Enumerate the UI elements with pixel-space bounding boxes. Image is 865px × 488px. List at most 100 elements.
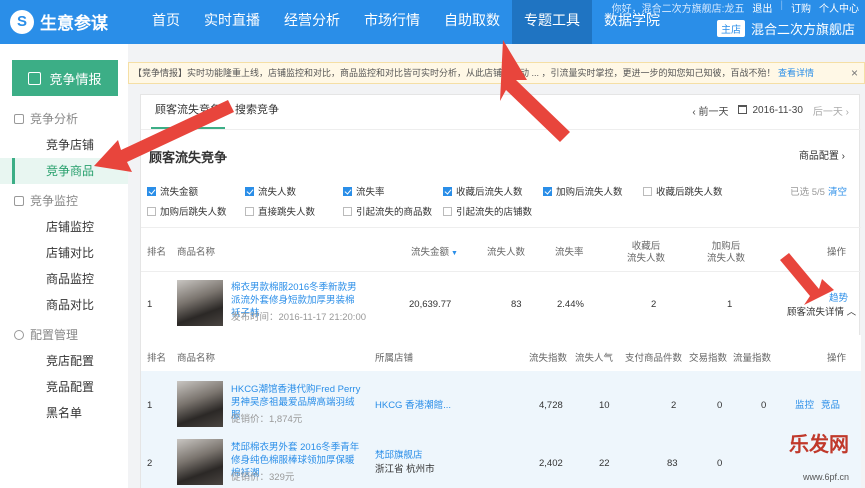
row-cart-lost: 1 [727, 299, 733, 310]
col-header-lost-people: 流失人数 [487, 247, 526, 258]
sidebar-item-product-monitor[interactable]: 商品监控 [0, 266, 128, 292]
clear-selection-link[interactable]: 清空 [828, 187, 847, 198]
checkbox-fav-bounce[interactable]: 收藏后跳失人数 [643, 184, 723, 198]
checkbox-cart-lost[interactable]: 加购后流失人数 [543, 184, 623, 198]
checkbox-loss-products[interactable]: 引起流失的商品数 [343, 204, 432, 218]
shop-switcher[interactable]: 主店 混合二次方旗舰店 [716, 19, 855, 38]
row-rank: 1 [147, 299, 153, 310]
sub-col-trade-index: 交易指数 [689, 353, 728, 364]
sidebar-group-title: 配置管理 [0, 322, 128, 348]
personal-center-link[interactable]: 个人中心 [819, 0, 859, 15]
main-nav: 首页 实时直播 经营分析 市场行情 自助取数 专题工具 数据学院 [140, 0, 672, 44]
prev-day-button[interactable]: ‹ 前一天 [692, 103, 728, 118]
sidebar-item-product-compare[interactable]: 商品对比 [0, 292, 128, 318]
tab-customer-loss[interactable]: 顾客流失竞争 [151, 95, 225, 129]
col-header-action: 操作 [827, 247, 847, 258]
monitor-link[interactable]: 监控 [795, 399, 814, 412]
sidebar-item-product-config[interactable]: 竞品配置 [0, 374, 128, 400]
sub-row-rank: 2 [147, 458, 153, 469]
col-header-lost-amount[interactable]: 流失金额 ▼ [411, 247, 458, 260]
date-picker[interactable]: 2016-11-30 [738, 105, 803, 116]
sidebar-group-config: 配置管理 竞店配置 竞品配置 黑名单 [0, 322, 128, 426]
nav-item-home[interactable]: 首页 [140, 0, 192, 44]
product-price: 促销价：1,874元 [231, 414, 303, 425]
product-thumbnail[interactable] [177, 381, 223, 427]
col-header-cart-lost: 加购后 流失人数 [706, 241, 745, 264]
sidebar-item-shop-monitor[interactable]: 店铺监控 [0, 214, 128, 240]
checkbox-lost-amount[interactable]: 流失金额 [147, 184, 198, 198]
sub-col-lost-index: 流失指数 [529, 353, 568, 364]
close-icon[interactable]: × [851, 63, 858, 83]
tab-search-competition[interactable]: 搜索竞争 [231, 95, 283, 129]
checkbox-direct-bounce[interactable]: 直接跳失人数 [245, 204, 315, 218]
sidebar-group-title: 竞争分析 [0, 106, 128, 132]
checkbox-lost-rate[interactable]: 流失率 [343, 184, 385, 198]
checkbox-fav-lost[interactable]: 收藏后流失人数 [443, 184, 523, 198]
date-navigator: ‹ 前一天 2016-11-30 后一天 › [692, 103, 849, 118]
product-publish-time: 发布时间：2016-11-17 21:20:00 [231, 312, 367, 323]
sub-col-shop: 所属店铺 [375, 353, 414, 364]
divider [141, 271, 861, 272]
shop-name: 混合二次方旗舰店 [750, 22, 855, 37]
sidebar-group-analysis: 竞争分析 竞争店铺 竞争商品 [0, 106, 128, 184]
nav-item-market[interactable]: 市场行情 [352, 0, 432, 44]
shop-link[interactable]: HKCG 香港潮館... [375, 399, 451, 412]
watermark: 乐发网 www.6pf.cn [769, 424, 859, 486]
sidebar-header[interactable]: 竞争情报 [12, 60, 118, 96]
sub-col-product: 商品名称 [177, 353, 216, 364]
sidebar-group-title: 竞争监控 [0, 188, 128, 214]
product-price: 促销价：329元 [231, 472, 295, 483]
sub-col-lost-popularity: 流失人气 [575, 353, 614, 364]
product-thumbnail[interactable] [177, 439, 223, 485]
selection-count: 已选 5/5 清空 [790, 187, 847, 198]
product-thumbnail[interactable] [177, 280, 223, 326]
logo-icon: S [10, 9, 34, 34]
col-header-rank: 排名 [147, 247, 167, 258]
divider [141, 227, 861, 228]
row-lost-amount: 20,639.77 [409, 299, 452, 310]
nav-item-live[interactable]: 实时直播 [192, 0, 272, 44]
chart-icon [14, 114, 24, 124]
next-day-button[interactable]: 后一天 › [813, 103, 849, 118]
sidebar-item-competitor-products[interactable]: 竞争商品 [0, 158, 128, 184]
notice-text: 【竞争情报】实时功能隆重上线，店铺监控和对比，商品监控和对比皆可实时分析，从此店… [133, 68, 776, 78]
logout-link[interactable]: 退出 [752, 0, 772, 15]
sidebar-item-shop-config[interactable]: 竞店配置 [0, 348, 128, 374]
section-title: 顾客流失竞争 [149, 150, 228, 165]
sub-col-paid-items: 支付商品件数 [625, 353, 683, 364]
sort-down-icon: ▼ [451, 250, 458, 257]
sub-row-lost-popularity: 22 [599, 458, 610, 469]
sub-row-lost-popularity: 10 [599, 400, 610, 411]
shop-link[interactable]: 梵邱旗舰店 [375, 449, 423, 462]
loss-detail-panel: 排名 商品名称 所属店铺 流失指数 流失人气 支付商品件数 交易指数 流量指数 … [141, 335, 861, 488]
checkbox-lost-people[interactable]: 流失人数 [245, 184, 296, 198]
sub-row-paid-items: 83 [667, 458, 678, 469]
notice-more-link[interactable]: 查看详情 [778, 68, 814, 78]
sidebar-item-competitor-shops[interactable]: 竞争店铺 [0, 132, 128, 158]
greeting: 你好，混合二次方旗舰店:龙五 [611, 4, 745, 15]
sub-row-trade-index: 0 [717, 400, 723, 411]
logo[interactable]: S 生意参谋 [10, 9, 108, 34]
nav-item-operations[interactable]: 经营分析 [272, 0, 352, 44]
order-link[interactable]: 订购 [791, 0, 811, 15]
trend-link[interactable]: 趋势 [829, 292, 848, 305]
sidebar: 竞争情报 竞争分析 竞争店铺 竞争商品 竞争监控 店铺监控 店铺对比 商品监控 … [0, 44, 128, 488]
top-right-links: 你好，混合二次方旗舰店:龙五 退出 | 订购 个人中心 [611, 0, 859, 15]
col-header-fav-lost: 收藏后 流失人数 [626, 241, 665, 264]
checkbox-cart-bounce[interactable]: 加购后跳失人数 [147, 204, 227, 218]
competitor-product-link[interactable]: 竞品 [821, 399, 840, 412]
sidebar-item-shop-compare[interactable]: 店铺对比 [0, 240, 128, 266]
nav-item-self-fetch[interactable]: 自助取数 [432, 0, 512, 44]
shop-location: 浙江省 杭州市 [375, 464, 435, 475]
shop-badge: 主店 [716, 20, 745, 37]
sub-row-lost-index: 4,728 [539, 400, 563, 411]
sidebar-item-blacklist[interactable]: 黑名单 [0, 400, 128, 426]
sub-row-rank: 1 [147, 400, 153, 411]
product-config-link[interactable]: 商品配置 › [799, 147, 845, 162]
monitor-icon [14, 196, 24, 206]
sub-row-lost-index: 2,402 [539, 458, 563, 469]
customer-loss-detail-toggle[interactable]: 顾客流失详情 ︿ [787, 306, 856, 319]
sub-table-header: 排名 商品名称 所属店铺 流失指数 流失人气 支付商品件数 交易指数 流量指数 … [141, 335, 861, 371]
nav-item-special-tools[interactable]: 专题工具 [512, 0, 592, 44]
checkbox-loss-shops[interactable]: 引起流失的店铺数 [443, 204, 532, 218]
